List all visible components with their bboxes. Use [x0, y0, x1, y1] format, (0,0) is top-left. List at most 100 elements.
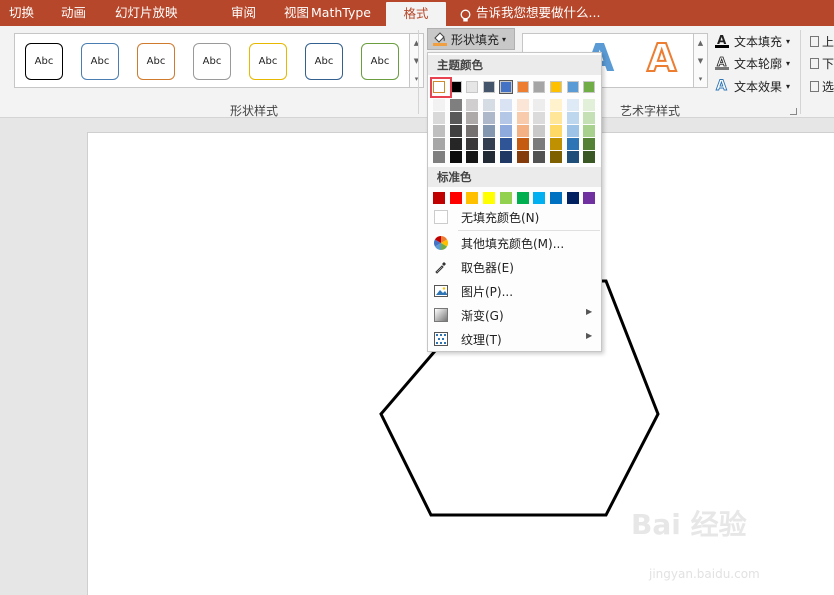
- theme-shade-swatch[interactable]: [449, 125, 462, 137]
- standard-color-swatch[interactable]: [433, 192, 445, 204]
- tell-me-box[interactable]: 告诉我您想要做什么...: [459, 0, 600, 26]
- standard-color-swatch[interactable]: [499, 192, 512, 204]
- tab-review[interactable]: 审阅: [231, 0, 256, 26]
- theme-shade-swatch[interactable]: [549, 112, 562, 124]
- theme-shade-swatch[interactable]: [583, 112, 596, 124]
- scroll-up-icon[interactable]: ▲: [694, 34, 707, 52]
- theme-shade-swatch[interactable]: [566, 151, 579, 163]
- theme-color-swatch[interactable]: [566, 81, 579, 93]
- theme-color-swatch[interactable]: [533, 81, 546, 93]
- theme-shade-swatch[interactable]: [483, 99, 496, 111]
- scroll-down-icon[interactable]: ▼: [694, 52, 707, 70]
- theme-shade-swatch[interactable]: [533, 125, 546, 137]
- shape-style-2[interactable]: Abc: [81, 43, 119, 80]
- shape-style-5[interactable]: Abc: [249, 43, 287, 80]
- theme-shade-swatch[interactable]: [466, 151, 479, 163]
- theme-shade-swatch[interactable]: [499, 151, 512, 163]
- theme-shade-swatch[interactable]: [483, 112, 496, 124]
- tab-transitions[interactable]: 切换: [9, 0, 34, 26]
- theme-shade-swatch[interactable]: [583, 99, 596, 111]
- theme-shade-swatch[interactable]: [533, 99, 546, 111]
- theme-shade-swatch[interactable]: [549, 151, 562, 163]
- shape-style-4[interactable]: Abc: [193, 43, 231, 80]
- shape-styles-scroll[interactable]: ▲ ▼ ▾: [409, 33, 424, 88]
- send-backward-button[interactable]: 下: [810, 53, 834, 73]
- theme-shade-swatch[interactable]: [533, 112, 546, 124]
- tab-animations[interactable]: 动画: [61, 0, 86, 26]
- picture-fill-item[interactable]: 图片(P)...: [429, 280, 600, 302]
- theme-shade-swatch[interactable]: [483, 138, 496, 150]
- standard-color-swatch[interactable]: [483, 192, 496, 204]
- wordart-style-orange-outline[interactable]: A: [646, 35, 677, 81]
- tab-mathtype[interactable]: MathType: [311, 0, 371, 26]
- theme-shade-swatch[interactable]: [516, 112, 529, 124]
- theme-shade-swatch[interactable]: [499, 125, 512, 137]
- theme-shade-swatch[interactable]: [533, 151, 546, 163]
- standard-color-swatch[interactable]: [449, 192, 462, 204]
- shape-style-7[interactable]: Abc: [361, 43, 399, 80]
- theme-shade-swatch[interactable]: [516, 138, 529, 150]
- theme-color-swatch[interactable]: [466, 81, 479, 93]
- more-fill-colors-item[interactable]: 其他填充颜色(M)...: [429, 232, 600, 254]
- tab-slideshow[interactable]: 幻灯片放映: [115, 0, 178, 26]
- theme-shade-swatch[interactable]: [566, 99, 579, 111]
- more-styles-icon[interactable]: ▾: [694, 70, 707, 88]
- theme-shade-swatch[interactable]: [466, 138, 479, 150]
- theme-shade-swatch[interactable]: [583, 125, 596, 137]
- standard-color-swatch[interactable]: [549, 192, 562, 204]
- bring-forward-button[interactable]: 上: [810, 31, 834, 51]
- theme-shade-swatch[interactable]: [583, 138, 596, 150]
- theme-shade-swatch[interactable]: [449, 99, 462, 111]
- theme-shade-swatch[interactable]: [499, 99, 512, 111]
- theme-shade-swatch[interactable]: [449, 138, 462, 150]
- theme-shade-swatch[interactable]: [466, 99, 479, 111]
- standard-color-swatch[interactable]: [566, 192, 579, 204]
- theme-shade-swatch[interactable]: [566, 112, 579, 124]
- text-effects-button[interactable]: A 文本效果 ▾: [714, 76, 790, 96]
- standard-color-swatch[interactable]: [533, 192, 546, 204]
- theme-color-swatch[interactable]: [549, 81, 562, 93]
- theme-shade-swatch[interactable]: [566, 125, 579, 137]
- theme-shade-swatch[interactable]: [466, 125, 479, 137]
- theme-color-swatch[interactable]: [583, 81, 596, 93]
- theme-shade-swatch[interactable]: [433, 125, 445, 137]
- texture-item[interactable]: 纹理(T) ▶: [429, 328, 600, 350]
- theme-shade-swatch[interactable]: [549, 125, 562, 137]
- theme-shade-swatch[interactable]: [499, 138, 512, 150]
- standard-color-swatch[interactable]: [583, 192, 596, 204]
- tab-format[interactable]: 格式: [386, 2, 446, 26]
- wordart-scroll[interactable]: ▲ ▼ ▾: [693, 33, 708, 88]
- text-fill-button[interactable]: A 文本填充 ▾: [714, 31, 790, 51]
- eyedropper-item[interactable]: 取色器(E): [429, 256, 600, 278]
- theme-color-swatch[interactable]: [483, 81, 496, 93]
- tab-view[interactable]: 视图: [284, 0, 309, 26]
- theme-shade-swatch[interactable]: [449, 112, 462, 124]
- theme-shade-swatch[interactable]: [583, 151, 596, 163]
- theme-shade-swatch[interactable]: [433, 151, 445, 163]
- theme-shade-swatch[interactable]: [533, 138, 546, 150]
- scroll-up-icon[interactable]: ▲: [410, 34, 423, 52]
- gradient-item[interactable]: 渐变(G) ▶: [429, 304, 600, 326]
- shape-fill-button[interactable]: 形状填充 ▾: [427, 28, 515, 50]
- dialog-launcher-icon[interactable]: [790, 108, 797, 115]
- theme-color-swatch[interactable]: [498, 80, 513, 94]
- theme-shade-swatch[interactable]: [466, 112, 479, 124]
- shape-style-3[interactable]: Abc: [137, 43, 175, 80]
- selection-pane-button[interactable]: 选: [810, 76, 834, 96]
- theme-shade-swatch[interactable]: [483, 151, 496, 163]
- shape-style-1[interactable]: Abc: [25, 43, 63, 80]
- theme-shade-swatch[interactable]: [549, 99, 562, 111]
- standard-color-swatch[interactable]: [466, 192, 479, 204]
- shape-style-6[interactable]: Abc: [305, 43, 343, 80]
- standard-color-swatch[interactable]: [516, 192, 529, 204]
- more-styles-icon[interactable]: ▾: [410, 70, 423, 88]
- theme-shade-swatch[interactable]: [499, 112, 512, 124]
- theme-shade-swatch[interactable]: [549, 138, 562, 150]
- theme-shade-swatch[interactable]: [566, 138, 579, 150]
- theme-shade-swatch[interactable]: [516, 99, 529, 111]
- theme-shade-swatch[interactable]: [433, 99, 445, 111]
- scroll-down-icon[interactable]: ▼: [410, 52, 423, 70]
- theme-color-swatch[interactable]: [516, 81, 529, 93]
- theme-shade-swatch[interactable]: [516, 151, 529, 163]
- theme-shade-swatch[interactable]: [516, 125, 529, 137]
